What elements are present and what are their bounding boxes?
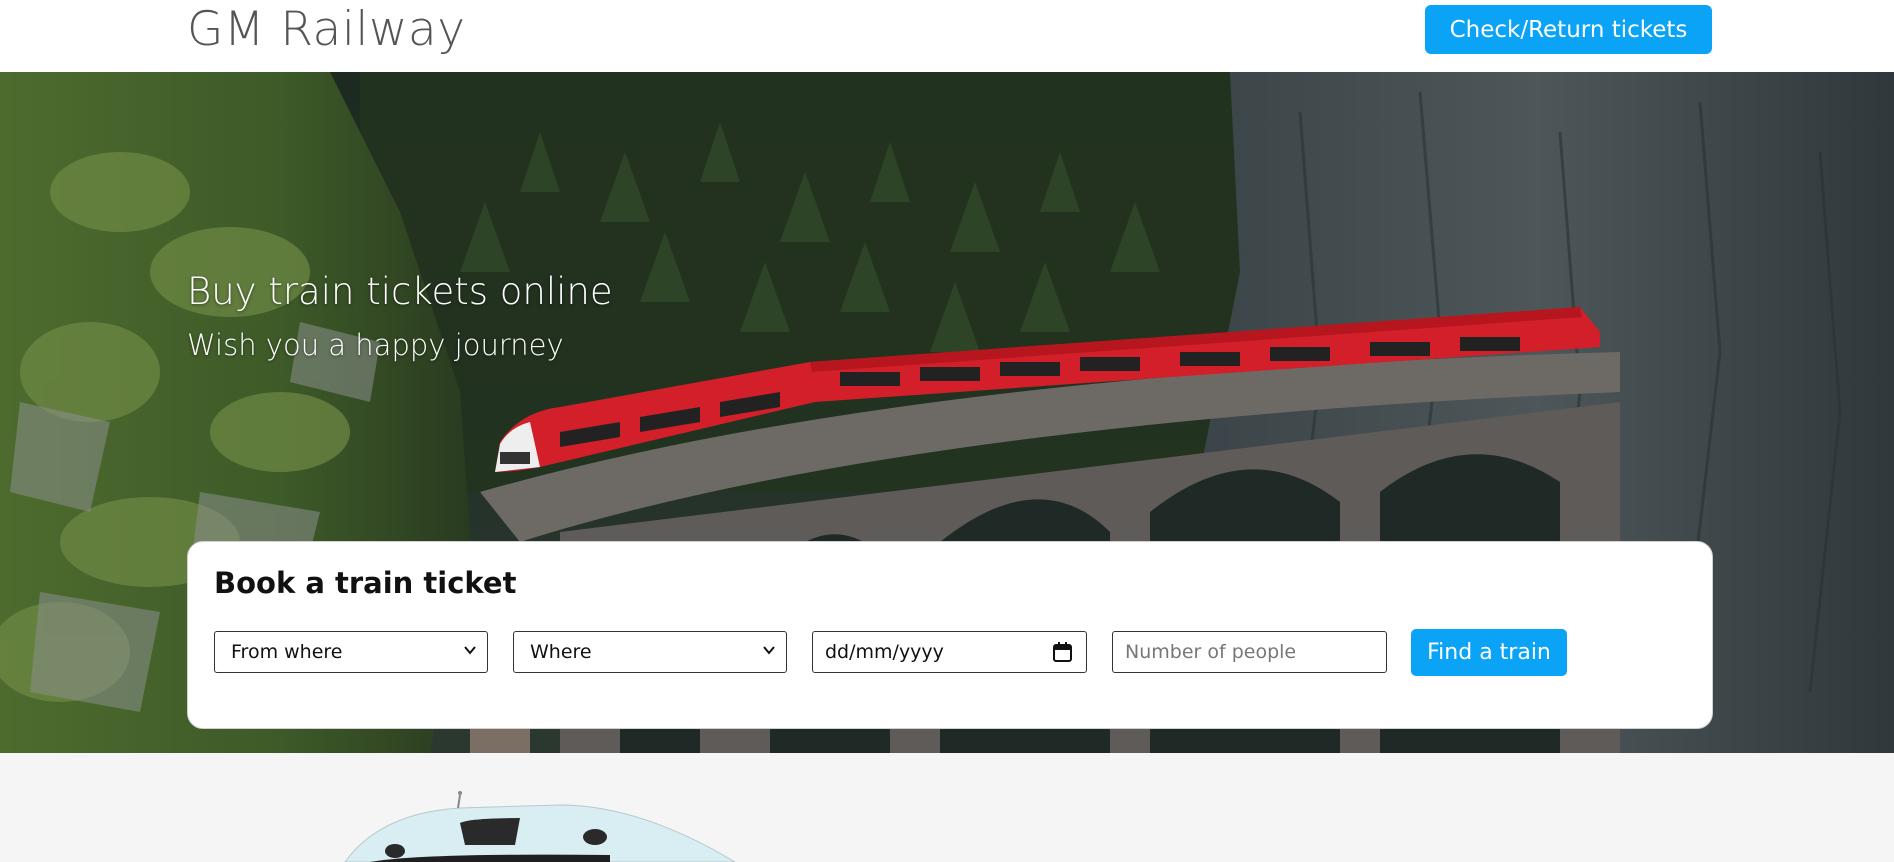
hero-title: Buy train tickets online (187, 270, 613, 313)
booking-title: Book a train ticket (214, 566, 517, 600)
find-train-button[interactable]: Find a train (1411, 629, 1567, 676)
from-select-value: From where (231, 641, 343, 663)
to-select-value: Where (530, 641, 592, 663)
brand-logo[interactable]: GM Railway (187, 2, 466, 57)
date-input[interactable]: dd/mm/yyyy (812, 631, 1087, 673)
people-input[interactable]: Number of people (1112, 631, 1387, 673)
check-return-tickets-button[interactable]: Check/Return tickets (1425, 5, 1712, 54)
people-input-placeholder: Number of people (1125, 641, 1297, 663)
lower-section (0, 753, 1894, 862)
booking-card: Book a train ticket From where Where dd/… (187, 541, 1713, 729)
hero-subtitle: Wish you a happy journey (187, 328, 564, 362)
date-input-value: dd/mm/yyyy (825, 641, 944, 663)
chevron-down-icon (763, 646, 775, 655)
from-select[interactable]: From where (214, 631, 488, 673)
high-speed-train-image (344, 791, 736, 862)
to-select[interactable]: Where (513, 631, 787, 673)
calendar-icon[interactable] (1053, 642, 1072, 662)
chevron-down-icon (464, 646, 476, 655)
top-header: GM Railway Check/Return tickets (0, 0, 1894, 72)
